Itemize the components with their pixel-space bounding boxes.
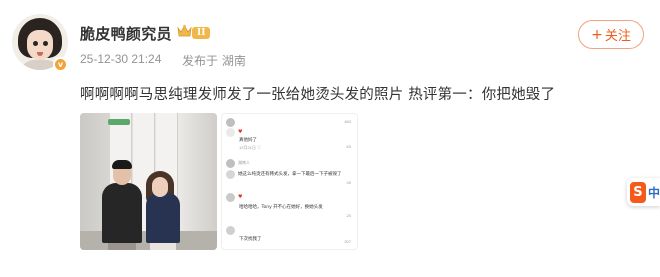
photo-man-hair bbox=[112, 160, 132, 169]
floating-widget[interactable]: S 中 bbox=[627, 178, 660, 206]
like-icon: ♥ bbox=[238, 194, 243, 200]
comment-likes: 63 bbox=[346, 144, 351, 149]
sogou-icon: S bbox=[630, 181, 646, 203]
comment-row: 她这么纯烫还有韩式头发，拿一下最后一下子被毁了 bbox=[226, 169, 342, 179]
verified-badge-icon: v bbox=[53, 57, 68, 72]
comment-likes: 20 bbox=[346, 213, 351, 218]
comment-likes: 40 bbox=[346, 180, 351, 185]
user-name[interactable]: 脆皮鸭颜究员 bbox=[80, 23, 172, 44]
photo-woman-body bbox=[146, 193, 180, 243]
plus-icon: + bbox=[591, 26, 603, 43]
comment-text: 下次找我了 bbox=[239, 237, 262, 242]
post-location: 发布于 湖南 bbox=[182, 54, 246, 68]
comment-row: 下次找我了 bbox=[239, 234, 262, 244]
post-text: 啊啊啊啊马思纯理发师发了一张给她烫头发的照片 热评第一：你把她毁了 bbox=[80, 87, 556, 103]
float-widget-label: 中 bbox=[647, 185, 660, 200]
comment-row bbox=[226, 225, 235, 235]
avatar-eye bbox=[43, 41, 48, 46]
comment-row: 哈哈哈哈，Tony 开不心在她好，换她头发 bbox=[239, 202, 323, 212]
comment-row bbox=[226, 117, 238, 127]
comment-likes: 207 bbox=[344, 239, 351, 244]
comment-likes: 463 bbox=[344, 119, 351, 124]
crown-icon bbox=[177, 24, 192, 37]
comment-row: 12月21日 ♡ bbox=[239, 143, 261, 153]
comment-avatar bbox=[226, 192, 235, 202]
comment-avatar bbox=[226, 225, 235, 235]
avatar-eye bbox=[33, 41, 38, 46]
follow-label: 关注 bbox=[604, 29, 631, 44]
level-badge: II bbox=[192, 27, 211, 39]
comment-meta: 湖南人 bbox=[238, 160, 250, 165]
comment-avatar bbox=[226, 158, 235, 168]
comment-avatar bbox=[226, 127, 235, 137]
comment-row: 湖南人 bbox=[226, 158, 250, 168]
post-time[interactable]: 25-12-30 21:24 bbox=[80, 52, 161, 66]
follow-button[interactable]: + 关注 bbox=[578, 20, 644, 49]
photo-exit-sign bbox=[108, 119, 130, 125]
comment-text: 哈哈哈哈，Tony 开不心在她好，换她头发 bbox=[239, 205, 323, 210]
photo-man-body bbox=[102, 183, 142, 243]
post-photo[interactable] bbox=[80, 113, 217, 250]
photo-woman-face bbox=[152, 177, 168, 197]
comment-text: 她这么纯烫还有韩式头发，拿一下最后一下子被毁了 bbox=[238, 172, 342, 177]
comment-row: ♥ bbox=[226, 192, 242, 202]
comment-avatar bbox=[226, 117, 235, 127]
comment-meta: 12月21日 ♡ bbox=[239, 145, 262, 150]
comment-avatar bbox=[226, 169, 235, 179]
comments-screenshot[interactable]: 463 ♥ 真他妈了 12月21日 ♡ 63 湖南人 她这么纯烫还有韩式头发，拿… bbox=[221, 113, 358, 250]
